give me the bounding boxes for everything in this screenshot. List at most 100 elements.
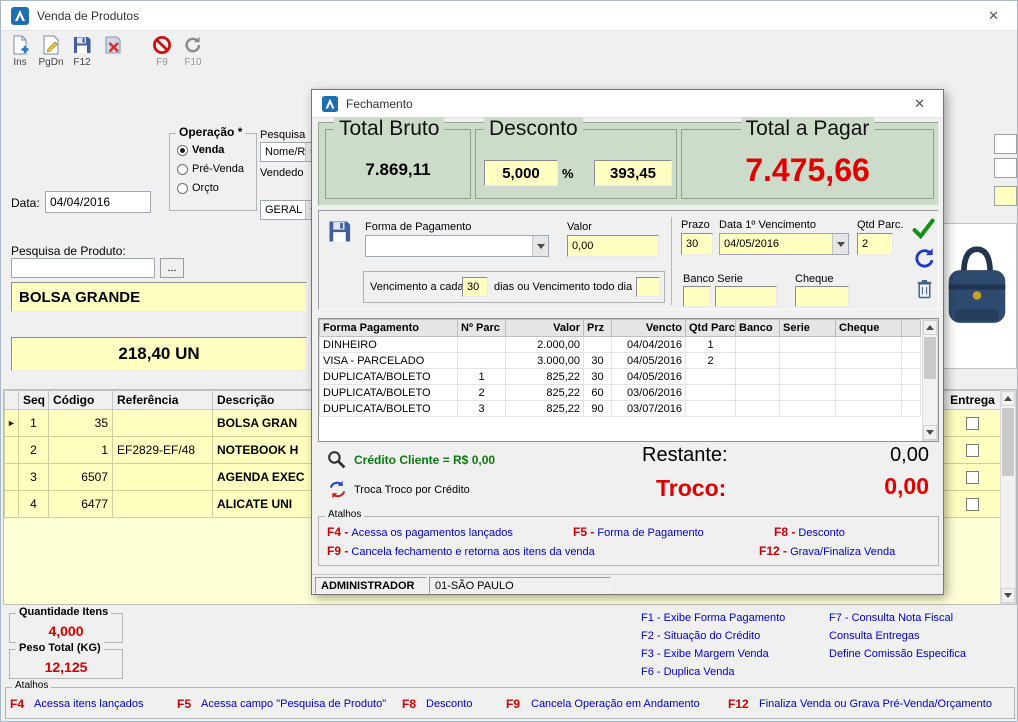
forma-pagamento-cell[interactable]: DINHEIRO — [320, 337, 458, 353]
confirm-payment-icon[interactable] — [911, 217, 935, 241]
seq-cell[interactable]: 4 — [19, 491, 49, 518]
forma-pagamento-cell[interactable]: DUPLICATA/BOLETO — [320, 401, 458, 417]
shortcut-f8[interactable]: Desconto — [426, 698, 472, 710]
shortcut-f9[interactable]: Cancela Operação em Andamento — [531, 698, 700, 710]
shortcut-f4[interactable]: Acessa itens lançados — [34, 698, 143, 710]
cheque-cell[interactable] — [836, 385, 902, 401]
radio-pre-venda[interactable]: Pré-Venda — [177, 161, 256, 177]
edit-record-button[interactable]: PgDn — [36, 35, 66, 83]
qtd-parc-cell[interactable]: 2 — [686, 353, 736, 369]
vencimento-cada-field[interactable]: 30 — [462, 277, 488, 297]
valor-cell[interactable]: 2.000,00 — [506, 337, 584, 353]
data-field[interactable]: 04/04/2016 — [45, 191, 151, 213]
cheque-cell[interactable] — [836, 401, 902, 417]
serie-cell[interactable] — [780, 401, 836, 417]
new-record-button[interactable]: Ins — [5, 35, 35, 83]
data-vencimento-combo[interactable]: 04/05/2016 — [719, 233, 849, 255]
row-selector-cell[interactable] — [5, 464, 19, 491]
shortcut-f12[interactable]: Finaliza Venda ou Grava Pré-Venda/Orçame… — [759, 698, 992, 710]
troca-troco-icon[interactable] — [328, 480, 347, 499]
serie-field[interactable] — [715, 286, 777, 307]
payment-row[interactable]: DUPLICATA/BOLETO 2 825,22 60 03/06/2016 — [320, 385, 921, 401]
codigo-cell[interactable]: 6507 — [49, 464, 113, 491]
serie-cell[interactable] — [780, 337, 836, 353]
entrega-checkbox[interactable] — [966, 417, 979, 430]
serie-cell[interactable] — [780, 369, 836, 385]
n-parc-cell[interactable] — [458, 337, 506, 353]
vencto-cell[interactable]: 04/05/2016 — [612, 369, 686, 385]
banco-cell[interactable] — [736, 353, 780, 369]
scrollbar-thumb[interactable] — [924, 337, 936, 379]
link-f3-margem-venda[interactable]: F3 - Exibe Margem Venda — [641, 648, 769, 660]
qtd-parcelas-field[interactable]: 2 — [857, 233, 893, 255]
vencto-cell[interactable]: 03/07/2016 — [612, 401, 686, 417]
qtd-parc-cell[interactable] — [686, 385, 736, 401]
produto-search-input[interactable] — [11, 258, 155, 278]
entrega-checkbox[interactable] — [966, 444, 979, 457]
forma-pagamento-cell[interactable]: DUPLICATA/BOLETO — [320, 385, 458, 401]
row-selector-cell[interactable] — [5, 491, 19, 518]
link-define-comissao[interactable]: Define Comissão Especifica — [829, 648, 966, 660]
scroll-down-icon[interactable] — [923, 425, 937, 440]
n-parc-cell[interactable]: 1 — [458, 369, 506, 385]
banco-cell[interactable] — [736, 369, 780, 385]
prz-cell[interactable]: 30 — [584, 369, 612, 385]
cheque-cell[interactable] — [836, 353, 902, 369]
cheque-field[interactable] — [795, 286, 849, 307]
cancel-operation-button[interactable]: F9 — [147, 35, 177, 83]
refresh-button[interactable]: F10 — [178, 35, 208, 83]
vencto-cell[interactable]: 04/04/2016 — [612, 337, 686, 353]
entrega-checkbox[interactable] — [966, 471, 979, 484]
radio-venda[interactable]: Venda — [177, 142, 256, 158]
close-icon[interactable]: ✕ — [980, 6, 1007, 26]
desconto-percent-field[interactable]: 5,000 — [484, 160, 558, 186]
scroll-up-icon[interactable] — [1001, 391, 1015, 406]
banco-cell[interactable] — [736, 337, 780, 353]
codigo-cell[interactable]: 1 — [49, 437, 113, 464]
link-f6-duplica-venda[interactable]: F6 - Duplica Venda — [641, 666, 735, 678]
qtd-parc-cell[interactable]: 1 — [686, 337, 736, 353]
forma-pagamento-combo[interactable] — [365, 235, 549, 257]
cheque-cell[interactable] — [836, 369, 902, 385]
payment-row[interactable]: DUPLICATA/BOLETO 1 825,22 30 04/05/2016 — [320, 369, 921, 385]
magnifier-icon[interactable] — [326, 449, 347, 470]
valor-cell[interactable]: 825,22 — [506, 369, 584, 385]
qtd-parc-cell[interactable] — [686, 369, 736, 385]
shortcut-f9[interactable]: F9 - Cancela fechamento e retorna aos it… — [327, 544, 595, 558]
prz-cell[interactable]: 30 — [584, 353, 612, 369]
prz-cell[interactable]: 60 — [584, 385, 612, 401]
scrollbar-thumb[interactable] — [1002, 408, 1014, 476]
payment-row[interactable]: DUPLICATA/BOLETO 3 825,22 90 03/07/2016 — [320, 401, 921, 417]
banco-field[interactable] — [683, 286, 711, 307]
banco-cell[interactable] — [736, 385, 780, 401]
link-f2-situacao-credito[interactable]: F2 - Situação do Crédito — [641, 630, 760, 642]
browse-button[interactable]: ... — [160, 258, 184, 278]
seq-cell[interactable]: 3 — [19, 464, 49, 491]
serie-cell[interactable] — [780, 385, 836, 401]
delete-record-button[interactable] — [98, 35, 128, 83]
radio-orcto[interactable]: Orçto — [177, 180, 256, 196]
shortcut-f8[interactable]: F8 - Desconto — [774, 525, 845, 539]
cheque-cell[interactable] — [836, 337, 902, 353]
desconto-valor-field[interactable]: 393,45 — [594, 160, 672, 186]
vencto-cell[interactable]: 04/05/2016 — [612, 353, 686, 369]
vencimento-todo-dia-field[interactable] — [636, 277, 660, 297]
modal-close-icon[interactable]: ✕ — [906, 94, 933, 114]
referencia-cell[interactable]: EF2829-EF/48 — [113, 437, 213, 464]
serie-cell[interactable] — [780, 353, 836, 369]
undo-payment-icon[interactable] — [913, 247, 935, 269]
save-button[interactable]: F12 — [67, 35, 97, 83]
link-consulta-entregas[interactable]: Consulta Entregas — [829, 630, 920, 642]
n-parc-cell[interactable]: 3 — [458, 401, 506, 417]
codigo-cell[interactable]: 6477 — [49, 491, 113, 518]
prz-cell[interactable]: 90 — [584, 401, 612, 417]
delete-payment-icon[interactable] — [915, 277, 934, 299]
n-parc-cell[interactable]: 2 — [458, 385, 506, 401]
link-f1-forma-pagamento[interactable]: F1 - Exibe Forma Pagamento — [641, 612, 785, 624]
save-payment-icon[interactable] — [327, 219, 352, 244]
referencia-cell[interactable] — [113, 464, 213, 491]
row-selector-cell[interactable]: ► — [5, 410, 19, 437]
link-f7-consulta-nota[interactable]: F7 - Consulta Nota Fiscal — [829, 612, 953, 624]
payment-row[interactable]: VISA - PARCELADO 3.000,00 30 04/05/2016 … — [320, 353, 921, 369]
qtd-parc-cell[interactable] — [686, 401, 736, 417]
